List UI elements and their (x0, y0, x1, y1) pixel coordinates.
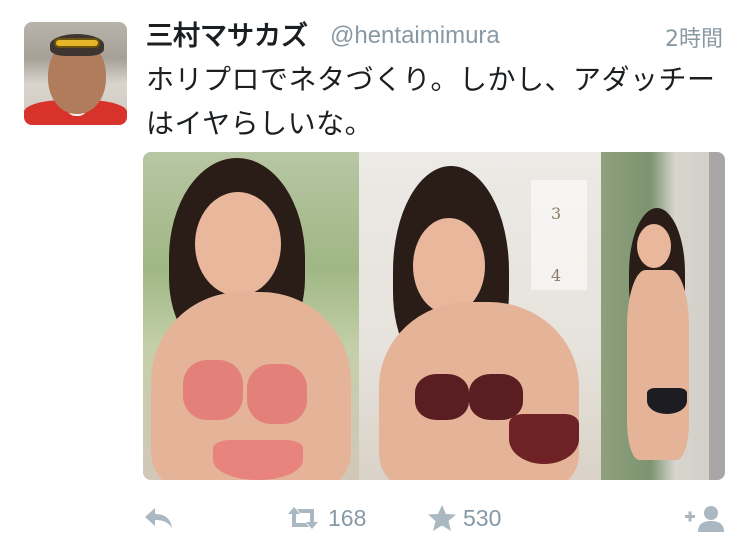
calendar-number: 4 (551, 266, 562, 285)
avatar-sunglasses (54, 38, 100, 48)
photo-panel-edge (709, 152, 725, 480)
favorite-button[interactable]: 530 (427, 500, 501, 536)
avatar[interactable] (24, 22, 127, 125)
tweet-photo[interactable]: 3 4 (143, 152, 725, 480)
follow-button[interactable] (683, 500, 727, 536)
star-icon (427, 504, 457, 532)
reply-icon (143, 504, 175, 532)
figure-bikini-top (183, 360, 243, 420)
user-handle[interactable]: @hentaimimura (330, 22, 500, 50)
retweet-count: 168 (328, 504, 367, 531)
figure-bikini-top (415, 374, 469, 420)
figure-body (627, 270, 689, 460)
figure-bikini-top (469, 374, 523, 420)
figure-face (413, 218, 485, 314)
favorite-count: 530 (463, 504, 502, 531)
retweet-icon (284, 504, 322, 532)
tweet-timestamp[interactable]: 2時間 (665, 21, 723, 53)
figure-bikini-bottom (647, 388, 687, 414)
photo-panel-right (601, 152, 725, 480)
tweet-actions: 168 530 (0, 500, 741, 540)
figure-bikini-top (247, 364, 307, 424)
calendar-number: 3 (551, 204, 562, 223)
calendar-page: 3 4 (531, 180, 587, 290)
tweet-text: ホリプロでネタづくり。しかし、アダッチーはイヤらしいな。 (146, 63, 716, 140)
display-name[interactable]: 三村マサカズ (146, 14, 308, 53)
figure-bikini-bottom (509, 414, 579, 464)
photo-panel-left (143, 152, 359, 480)
reply-button[interactable] (143, 500, 175, 536)
figure-face (195, 192, 281, 296)
figure-face (637, 224, 671, 268)
figure-bikini-bottom (213, 440, 303, 480)
add-user-icon (683, 503, 727, 533)
retweet-button[interactable]: 168 (284, 500, 366, 536)
